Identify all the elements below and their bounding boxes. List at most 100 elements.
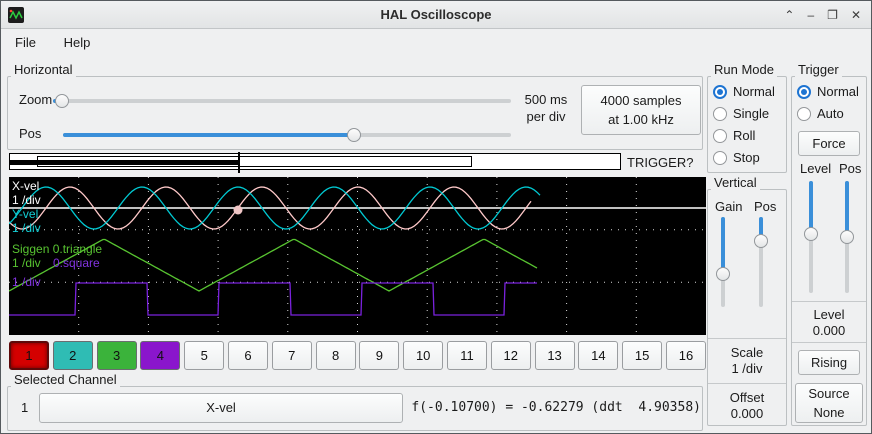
trigger-divider-2 (792, 342, 866, 343)
pos-slider-fill (63, 133, 354, 137)
close-button[interactable]: ✕ (851, 8, 861, 22)
trigger-pos-slider[interactable] (839, 181, 855, 293)
channel-5-button[interactable]: 5 (184, 341, 224, 370)
trigger-indicator-label: TRIGGER? (627, 155, 693, 170)
radio-stop[interactable]: Stop (713, 150, 775, 165)
radio-roll[interactable]: Roll (713, 128, 775, 143)
channel-15-button[interactable]: 15 (622, 341, 662, 370)
channel-2-button[interactable]: 2 (53, 341, 93, 370)
file-menu[interactable]: File (5, 30, 46, 55)
horizontal-group-label: Horizontal (11, 62, 76, 77)
radio-checked-icon[interactable] (797, 85, 811, 99)
trigger-marker-dot (234, 206, 243, 215)
channel-12-button[interactable]: 12 (491, 341, 531, 370)
channel-7-button[interactable]: 7 (272, 341, 312, 370)
radio-label: Stop (733, 150, 760, 165)
trigger-level-value: 0.000 (791, 323, 867, 338)
offset-value: 0.000 (707, 406, 787, 421)
vertical-pos-slider-label: Pos (754, 199, 776, 214)
vertical-group-label: Vertical (711, 175, 760, 190)
trigger-source-button[interactable]: Source None (795, 383, 863, 423)
gain-slider-handle[interactable] (716, 267, 730, 281)
gain-slider-fill (721, 217, 725, 274)
trigger-level-slider-handle[interactable] (804, 227, 818, 241)
vertical-divider-1 (708, 338, 786, 339)
zoom-slider-track[interactable] (53, 99, 511, 103)
samples-button[interactable]: 4000 samples at 1.00 kHz (581, 85, 701, 135)
scope-display[interactable]: X-vel1 /divY-vel1 /divSiggen 0.triangle1… (9, 177, 706, 335)
titlebar: HAL Oscilloscope ⌃ ‒ ❐ ✕ (1, 1, 871, 29)
timeline-view-window[interactable] (37, 156, 472, 167)
wave-siggen-0.square (9, 283, 537, 315)
channel-13-button[interactable]: 13 (535, 341, 575, 370)
gain-slider[interactable] (715, 217, 731, 307)
trigger-pos-slider-label: Pos (839, 161, 861, 176)
zoom-slider[interactable] (53, 93, 511, 109)
radio-unchecked-icon[interactable] (713, 151, 727, 165)
minimize-button[interactable]: ‒ (807, 8, 814, 22)
zoom-label: Zoom (19, 92, 52, 107)
scale-value: 1 /div (707, 361, 787, 376)
trigger-level-caption: Level (791, 307, 867, 322)
channel-10-button[interactable]: 10 (403, 341, 443, 370)
channel-4-button[interactable]: 4 (140, 341, 180, 370)
window-title: HAL Oscilloscope (1, 1, 871, 28)
radio-label: Normal (817, 84, 859, 99)
radio-label: Roll (733, 128, 755, 143)
radio-checked-icon[interactable] (713, 85, 727, 99)
offset-caption: Offset (707, 390, 787, 405)
channel-8-button[interactable]: 8 (316, 341, 356, 370)
radio-unchecked-icon[interactable] (713, 129, 727, 143)
channel-readout: f(-0.10700) = -0.62279 (ddt 4.90358) (409, 400, 701, 415)
timeline-bar[interactable] (9, 153, 621, 170)
gain-slider-label: Gain (715, 199, 742, 214)
vertical-pos-slider[interactable] (753, 217, 769, 307)
radio-single[interactable]: Single (713, 106, 775, 121)
radio-unchecked-icon[interactable] (713, 107, 727, 121)
run-mode-group-label: Run Mode (711, 62, 777, 77)
trigger-divider-1 (792, 301, 866, 302)
trigger-level-slider-label: Level (800, 161, 831, 176)
trigger-level-slider-fill (809, 181, 813, 234)
channel-row: 12345678910111213141516 (9, 341, 706, 370)
zoom-slider-handle[interactable] (55, 94, 69, 108)
radio-auto[interactable]: Auto (797, 106, 859, 121)
force-button[interactable]: Force (798, 131, 860, 156)
radio-label: Single (733, 106, 769, 121)
trigger-edge-button[interactable]: Rising (798, 350, 860, 375)
radio-label: Auto (817, 106, 844, 121)
scale-caption: Scale (707, 345, 787, 360)
channel-11-button[interactable]: 11 (447, 341, 487, 370)
selected-channel-name-button[interactable]: X-vel (39, 393, 403, 423)
channel-14-button[interactable]: 14 (578, 341, 618, 370)
trigger-pos-slider-handle[interactable] (840, 230, 854, 244)
per-div-label: 500 ms per div (517, 91, 575, 125)
channel-6-button[interactable]: 6 (228, 341, 268, 370)
selected-channel-group-label: Selected Channel (11, 372, 120, 387)
maximize-button[interactable]: ❐ (827, 8, 838, 22)
channel-1-button[interactable]: 1 (9, 341, 49, 370)
radio-normal[interactable]: Normal (713, 84, 775, 99)
pos-slider[interactable] (63, 127, 511, 143)
trigger-level-slider[interactable] (803, 181, 819, 293)
vertical-pos-slider-handle[interactable] (754, 234, 768, 248)
selected-channel-number: 1 (21, 400, 28, 415)
radio-unchecked-icon[interactable] (797, 107, 811, 121)
pos-slider-handle[interactable] (347, 128, 361, 142)
channel-9-button[interactable]: 9 (359, 341, 399, 370)
trigger-pos-slider-fill (845, 181, 849, 237)
menubar: File Help (1, 30, 871, 56)
trigger-group-label: Trigger (795, 62, 842, 77)
scope-canvas (9, 177, 706, 335)
radio-label: Normal (733, 84, 775, 99)
run-mode-options: Normal Single Roll Stop (713, 84, 775, 172)
trigger-options: Normal Auto (797, 84, 859, 128)
pos-label: Pos (19, 126, 41, 141)
channel-16-button[interactable]: 16 (666, 341, 706, 370)
shade-button[interactable]: ⌃ (784, 8, 794, 22)
help-menu[interactable]: Help (54, 30, 101, 55)
radio-normal[interactable]: Normal (797, 84, 859, 99)
window-controls: ⌃ ‒ ❐ ✕ (784, 1, 861, 29)
channel-3-button[interactable]: 3 (97, 341, 137, 370)
timeline-trigger-tick (238, 152, 240, 173)
